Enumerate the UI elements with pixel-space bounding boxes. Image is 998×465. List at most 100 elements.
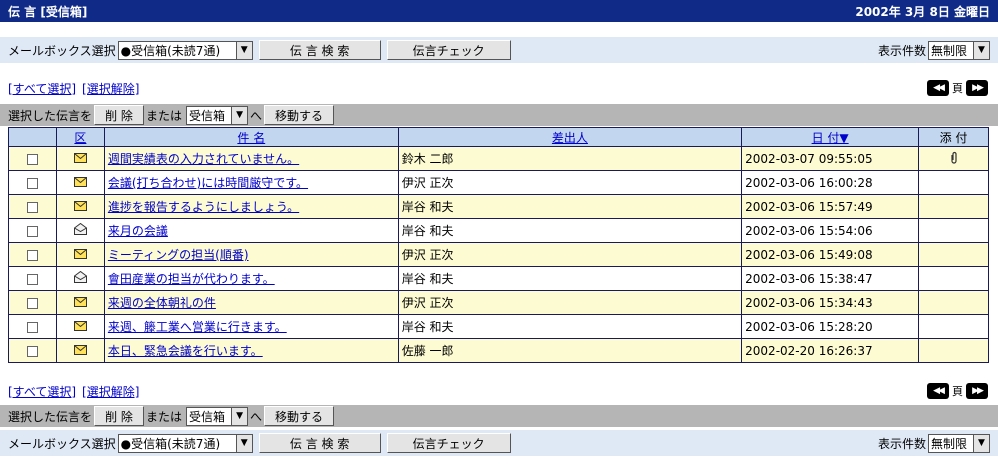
table-row: 来月の会議 岸谷 和夫 2002-03-06 15:54:06 (8, 218, 989, 243)
envelope-unread-icon (73, 320, 87, 334)
row-checkbox-cell (8, 146, 57, 171)
next-page-icon[interactable]: ▶▶ (966, 80, 988, 96)
delete-button[interactable]: 削 除 (94, 105, 145, 125)
row-subject-cell: 週間実績表の入力されていません。 (103, 146, 399, 171)
sort-date-link[interactable]: 日 付▼ (812, 131, 849, 145)
row-checkbox[interactable] (26, 249, 38, 261)
message-subject-link[interactable]: 週間実績表の入力されていません。 (108, 152, 299, 166)
message-table: 区 件 名 差出人 日 付▼ 添 付 週間実績表の入力されていません。 鈴木 二郎… (8, 127, 989, 363)
table-row: 本日、緊急会議を行います。 佐藤 一郎 2002-02-20 16:26:37 (8, 338, 989, 363)
display-count-value: 無制限 (931, 436, 968, 451)
header-subject[interactable]: 件 名 (103, 127, 399, 147)
folder-select[interactable]: 受信箱 ▼ (186, 406, 249, 426)
page-label: 頁 (952, 385, 963, 398)
delete-button[interactable]: 削 除 (94, 406, 145, 426)
action-bar-bottom: 選択した伝言を 削 除 または 受信箱 ▼ へ 移動する (0, 405, 998, 427)
selection-links-bottom: [すべて選択] [選択解除] (8, 383, 145, 400)
folder-select[interactable]: 受信箱 ▼ (186, 105, 249, 125)
chevron-down-icon: ▼ (973, 41, 989, 59)
row-subject-cell: 会議(打ち合わせ)には時間厳守です。 (103, 170, 399, 195)
header-type[interactable]: 区 (55, 127, 105, 147)
row-subject-cell: 来週の全体朝礼の件 (103, 290, 399, 315)
prev-page-icon[interactable]: ◀◀ (927, 80, 949, 96)
row-checkbox-cell (8, 170, 57, 195)
row-subject-cell: 本日、緊急会議を行います。 (103, 338, 399, 363)
row-checkbox[interactable] (26, 297, 38, 309)
row-checkbox-cell (8, 218, 57, 243)
row-checkbox[interactable] (26, 177, 38, 189)
row-attachment-cell (918, 194, 989, 219)
paperclip-icon[interactable] (950, 151, 958, 167)
check-messages-button[interactable]: 伝言チェック (386, 40, 511, 60)
row-checkbox[interactable] (26, 225, 38, 237)
select-all-link[interactable]: [すべて選択] (8, 82, 76, 96)
message-subject-link[interactable]: 来月の会議 (108, 224, 168, 238)
message-subject-link[interactable]: 進捗を報告するようにしましょう。 (108, 200, 299, 214)
message-list: 週間実績表の入力されていません。 鈴木 二郎 2002-03-07 09:55:05… (8, 146, 989, 363)
row-date: 2002-03-06 15:54:06 (741, 218, 920, 243)
mailbox-select-value: ●受信箱(未読7通) (120, 436, 221, 451)
mailbox-select[interactable]: ●受信箱(未読7通) ▼ (117, 433, 253, 453)
row-sender: 伊沢 正次 (397, 242, 743, 267)
row-attachment-cell (918, 218, 989, 243)
sort-type-link[interactable]: 区 (74, 131, 86, 145)
row-type-cell (55, 338, 105, 363)
row-attachment-cell (918, 266, 989, 291)
row-date: 2002-03-06 15:34:43 (741, 290, 920, 315)
message-subject-link[interactable]: 本日、緊急会議を行います。 (108, 344, 263, 358)
sort-subject-link[interactable]: 件 名 (237, 131, 265, 145)
header-date[interactable]: 日 付▼ (741, 127, 920, 147)
display-count-select[interactable]: 無制限 ▼ (928, 40, 990, 60)
row-subject-cell: 来週、籐工業へ営業に行きます。 (103, 314, 399, 339)
row-subject-cell: 會田産業の担当が代わります。 (103, 266, 399, 291)
row-sender: 佐藤 一郎 (397, 338, 743, 363)
action-bar-top: 選択した伝言を 削 除 または 受信箱 ▼ へ 移動する (0, 104, 998, 126)
selected-label: 選択した伝言を (8, 108, 93, 123)
prev-page-icon[interactable]: ◀◀ (927, 383, 949, 399)
mailbox-select[interactable]: ●受信箱(未読7通) ▼ (117, 40, 253, 60)
mailbox-select-value: ●受信箱(未読7通) (120, 43, 221, 58)
check-messages-button[interactable]: 伝言チェック (386, 433, 511, 453)
header-sender[interactable]: 差出人 (397, 127, 743, 147)
envelope-unread-icon (73, 152, 87, 166)
row-type-cell (55, 266, 105, 291)
title-bar: 伝 言 [受信箱] 2002年 3月 8日 金曜日 (0, 0, 998, 22)
sort-sender-link[interactable]: 差出人 (552, 131, 588, 145)
row-checkbox[interactable] (26, 273, 38, 285)
search-button[interactable]: 伝 言 検 索 (258, 433, 381, 453)
select-all-link[interactable]: [すべて選択] (8, 385, 76, 399)
chevron-down-icon: ▼ (231, 106, 248, 124)
message-subject-link[interactable]: 會田産業の担当が代わります。 (108, 272, 275, 286)
row-checkbox[interactable] (26, 153, 38, 165)
row-checkbox[interactable] (26, 201, 38, 213)
row-attachment-cell (918, 242, 989, 267)
chevron-down-icon: ▼ (231, 407, 248, 425)
search-button[interactable]: 伝 言 検 索 (258, 40, 381, 60)
chevron-down-icon: ▼ (235, 41, 252, 59)
selection-links-top: [すべて選択] [選択解除] (8, 80, 145, 97)
mailbox-toolbar-bottom: メールボックス選択 ●受信箱(未読7通) ▼ 伝 言 検 索 伝言チェック 表示… (0, 430, 998, 456)
message-subject-link[interactable]: 来週、籐工業へ営業に行きます。 (108, 320, 287, 334)
row-checkbox[interactable] (26, 321, 38, 333)
display-count-select[interactable]: 無制限 ▼ (928, 433, 990, 453)
deselect-link[interactable]: [選択解除] (82, 385, 139, 399)
message-subject-link[interactable]: 会議(打ち合わせ)には時間厳守です。 (108, 176, 308, 190)
row-checkbox[interactable] (26, 345, 38, 357)
mailbox-toolbar-top: メールボックス選択 ●受信箱(未読7通) ▼ 伝 言 検 索 伝言チェック 表示… (0, 37, 998, 63)
message-subject-link[interactable]: ミーティングの担当(順番) (108, 248, 249, 262)
deselect-link[interactable]: [選択解除] (82, 82, 139, 96)
message-subject-link[interactable]: 来週の全体朝礼の件 (108, 296, 216, 310)
row-type-cell (55, 242, 105, 267)
table-header-row: 区 件 名 差出人 日 付▼ 添 付 (8, 127, 989, 147)
row-checkbox-cell (8, 194, 57, 219)
or-label: または (146, 108, 183, 123)
row-type-cell (55, 194, 105, 219)
move-button[interactable]: 移動する (264, 406, 335, 426)
next-page-icon[interactable]: ▶▶ (966, 383, 988, 399)
chevron-down-icon: ▼ (973, 434, 989, 452)
envelope-read-icon (73, 222, 87, 238)
row-checkbox-cell (8, 242, 57, 267)
move-button[interactable]: 移動する (264, 105, 335, 125)
chevron-down-icon: ▼ (235, 434, 252, 452)
envelope-unread-icon (73, 200, 87, 214)
